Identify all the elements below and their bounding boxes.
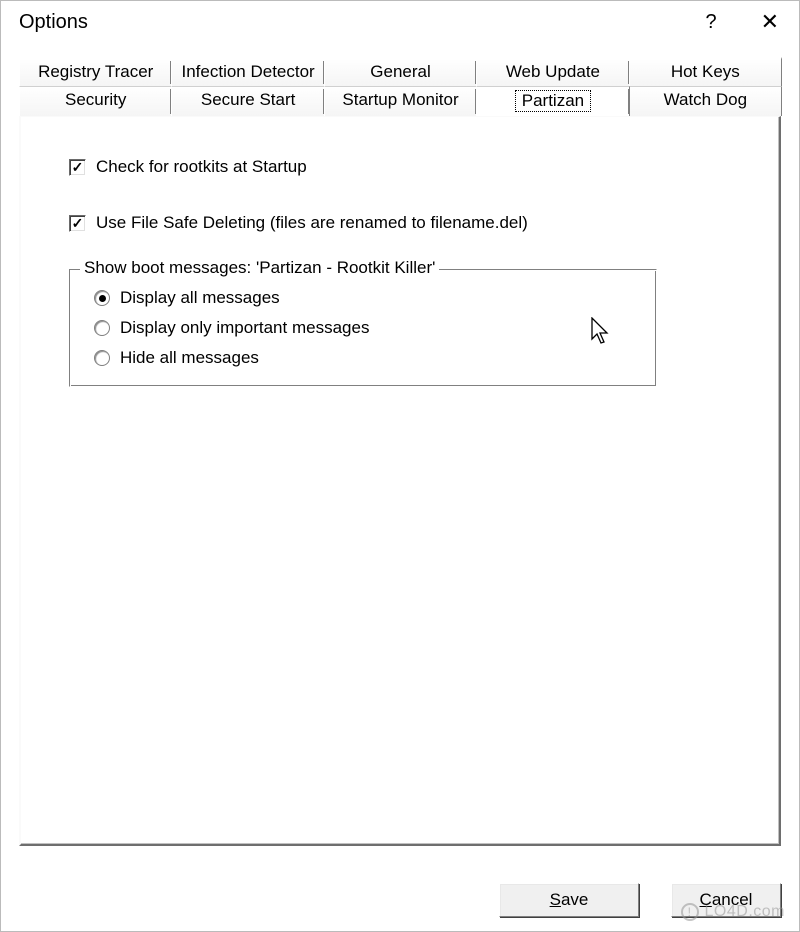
radio-display-important[interactable]: Display only important messages bbox=[86, 314, 640, 344]
options-dialog: Options ? ✕ Registry Tracer Infection De… bbox=[0, 0, 800, 932]
checkbox-label: Check for rootkits at Startup bbox=[96, 157, 307, 177]
close-button[interactable]: ✕ bbox=[753, 7, 787, 37]
checkbox-icon bbox=[69, 159, 86, 176]
titlebar: Options ? ✕ bbox=[1, 1, 799, 45]
help-button[interactable]: ? bbox=[697, 8, 724, 36]
tab-secure-start[interactable]: Secure Start bbox=[171, 86, 324, 116]
titlebar-controls: ? ✕ bbox=[697, 7, 787, 37]
tab-partizan[interactable]: Partizan bbox=[476, 86, 629, 116]
tab-web-update[interactable]: Web Update bbox=[476, 57, 629, 86]
client-area: Registry Tracer Infection Detector Gener… bbox=[1, 45, 799, 846]
tabs-row-1: Registry Tracer Infection Detector Gener… bbox=[19, 57, 781, 86]
checkbox-icon bbox=[69, 215, 86, 232]
tab-startup-monitor[interactable]: Startup Monitor bbox=[324, 86, 477, 116]
radio-icon bbox=[94, 320, 110, 336]
tab-watch-dog[interactable]: Watch Dog bbox=[629, 86, 782, 116]
radio-label: Hide all messages bbox=[120, 348, 259, 368]
checkbox-label: Use File Safe Deleting (files are rename… bbox=[96, 213, 528, 233]
radio-label: Display all messages bbox=[120, 288, 280, 308]
tab-registry-tracer[interactable]: Registry Tracer bbox=[19, 57, 172, 86]
radio-label: Display only important messages bbox=[120, 318, 369, 338]
watermark-icon: ! bbox=[681, 903, 699, 921]
panel-partizan: Check for rootkits at Startup Use File S… bbox=[19, 116, 781, 846]
groupbox-boot-messages: Show boot messages: 'Partizan - Rootkit … bbox=[69, 269, 657, 387]
watermark: ! LO4D.com bbox=[681, 903, 785, 921]
tab-infection-detector[interactable]: Infection Detector bbox=[171, 57, 324, 86]
watermark-text: LO4D.com bbox=[705, 903, 785, 921]
checkbox-file-safe-delete[interactable]: Use File Safe Deleting (files are rename… bbox=[69, 213, 749, 233]
tab-hot-keys[interactable]: Hot Keys bbox=[629, 57, 782, 86]
groupbox-legend: Show boot messages: 'Partizan - Rootkit … bbox=[80, 258, 439, 278]
tab-security[interactable]: Security bbox=[19, 86, 172, 116]
checkbox-check-rootkits[interactable]: Check for rootkits at Startup bbox=[69, 157, 749, 177]
tab-general[interactable]: General bbox=[324, 57, 477, 86]
radio-display-all[interactable]: Display all messages bbox=[86, 284, 640, 314]
radio-icon bbox=[94, 290, 110, 306]
radio-icon bbox=[94, 350, 110, 366]
save-button[interactable]: Save bbox=[499, 883, 639, 917]
tabs-row-2: Security Secure Start Startup Monitor Pa… bbox=[19, 86, 781, 116]
window-title: Options bbox=[19, 11, 88, 34]
radio-hide-all[interactable]: Hide all messages bbox=[86, 344, 640, 374]
